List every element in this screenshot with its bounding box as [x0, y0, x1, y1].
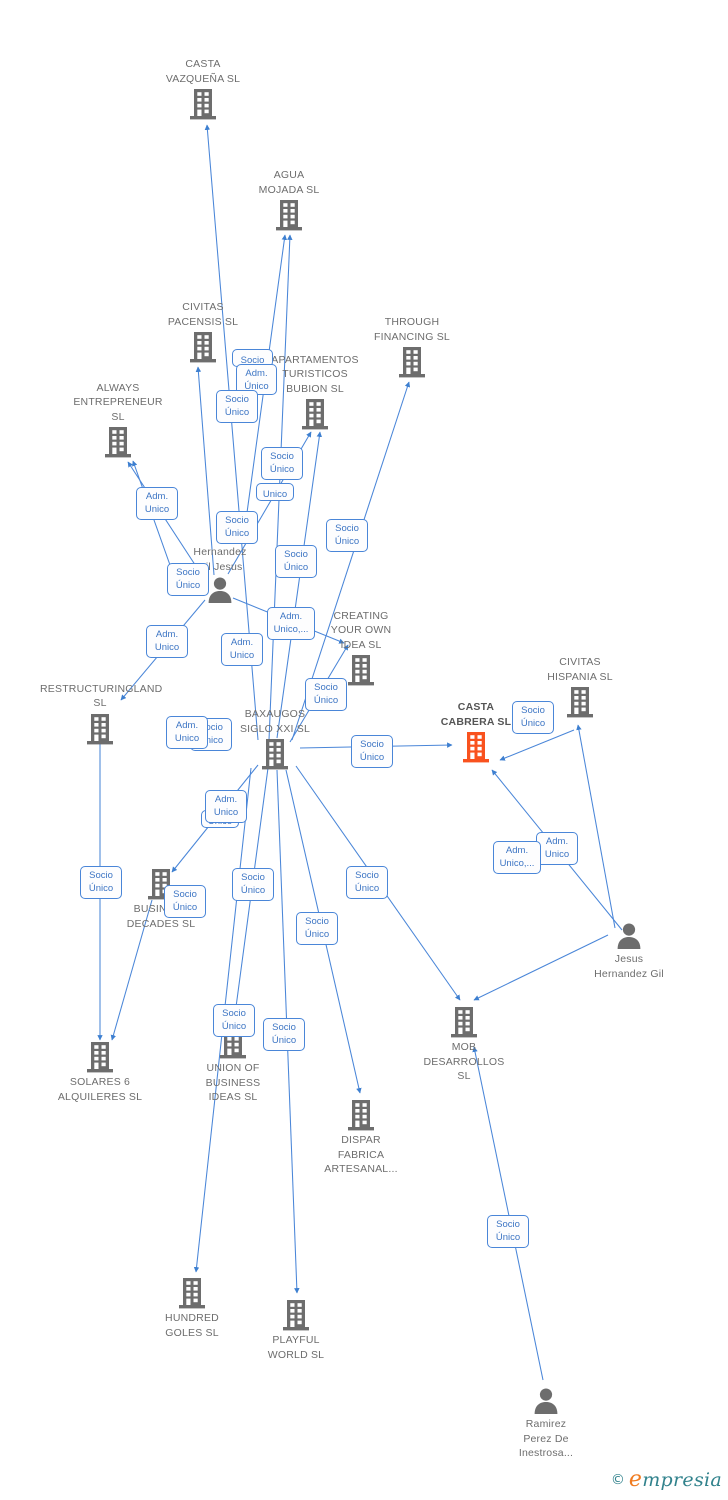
- relation-chip[interactable]: Socio Único: [216, 390, 258, 423]
- relation-chip[interactable]: Socio Único: [351, 735, 393, 768]
- node-label: HUNDRED GOLES SL: [165, 1312, 219, 1339]
- relation-chip[interactable]: Adm. Unico: [205, 790, 247, 823]
- node-label: CIVITAS PACENSIS SL: [167, 301, 239, 328]
- graph-node-solares6[interactable]: SOLARES 6 ALQUILERES SL: [40, 1040, 160, 1104]
- node-label: BAXAUGOS SIGLO XXI SL: [239, 708, 311, 735]
- building-icon: [416, 730, 536, 764]
- relation-chip[interactable]: Socio Único: [346, 866, 388, 899]
- node-label: THROUGH FINANCING SL: [374, 316, 450, 343]
- relation-chip[interactable]: Adm. Unico: [136, 487, 178, 520]
- relation-chip[interactable]: Socio Único: [80, 866, 122, 899]
- relation-chip[interactable]: Socio Único: [326, 519, 368, 552]
- relation-chip[interactable]: Socio Único: [167, 563, 209, 596]
- relation-chip[interactable]: Adm. Unico,...: [493, 841, 541, 874]
- node-label: DISPAR FABRICA ARTESANAL...: [324, 1134, 398, 1175]
- node-label: Ramirez Perez De Inestrosa...: [518, 1418, 574, 1459]
- building-icon: [40, 1040, 160, 1074]
- graph-node-casta_vazquena[interactable]: CASTA VAZQUEÑA SL: [143, 57, 263, 121]
- graph-edge: [195, 366, 215, 576]
- building-icon: [229, 198, 349, 232]
- building-icon: [236, 1298, 356, 1332]
- network-graph-canvas[interactable]: CASTA VAZQUEÑA SL AGUA MOJADA SL CIVITAS P…: [0, 0, 728, 1500]
- building-icon: [255, 397, 375, 431]
- graph-node-restructuring[interactable]: RESTRUCTURINGLAND SL: [40, 682, 163, 746]
- node-label: CASTA VAZQUEÑA SL: [165, 58, 241, 85]
- node-label: SOLARES 6 ALQUILERES SL: [57, 1076, 143, 1103]
- relation-chip[interactable]: Socio Único: [261, 447, 303, 480]
- relation-chip[interactable]: Adm. Unico: [146, 625, 188, 658]
- relation-chip[interactable]: Adm. Unico: [166, 716, 208, 749]
- graph-edge: [576, 724, 616, 929]
- relation-chip[interactable]: Socio Único: [296, 912, 338, 945]
- node-label: Jesus Hernandez Gil: [594, 953, 664, 980]
- node-label: MOB DESARROLLOS SL: [423, 1041, 505, 1082]
- relation-chip[interactable]: Socio Único: [487, 1215, 529, 1248]
- relation-chip[interactable]: Socio Único: [275, 545, 317, 578]
- graph-node-always_ent[interactable]: ALWAYS ENTREPRENEUR SL: [58, 381, 178, 460]
- node-label: RESTRUCTURINGLAND SL: [40, 682, 163, 710]
- node-label: CREATING YOUR OWN IDEA SL: [330, 609, 392, 651]
- graph-node-dispar[interactable]: DISPAR FABRICA ARTESANAL...: [301, 1098, 421, 1177]
- node-label: CIVITAS HISPANIA SL: [547, 656, 613, 683]
- brand-remainder: mpresia: [642, 1469, 722, 1491]
- relation-chip[interactable]: Socio Único: [263, 1018, 305, 1051]
- graph-node-jesus_hgil[interactable]: Jesus Hernandez Gil: [569, 921, 689, 981]
- building-icon: [404, 1005, 524, 1039]
- building-icon: [132, 1276, 252, 1310]
- node-label: ALWAYS ENTREPRENEUR SL: [73, 381, 163, 423]
- person-icon: [569, 921, 689, 951]
- building-icon: [58, 425, 178, 459]
- brand-name: empresia: [629, 1467, 722, 1492]
- graph-node-mob_des[interactable]: MOB DESARROLLOS SL: [404, 1005, 524, 1084]
- relation-chip[interactable]: Socio Único: [512, 701, 554, 734]
- graph-node-playful_world[interactable]: PLAYFUL WORLD SL: [236, 1298, 356, 1362]
- graph-node-baxaugos[interactable]: BAXAUGOS SIGLO XXI SL: [215, 707, 335, 771]
- node-label: UNION OF BUSINESS IDEAS SL: [205, 1062, 261, 1103]
- graph-node-ramirez[interactable]: Ramirez Perez De Inestrosa...: [486, 1386, 606, 1461]
- copyright-symbol: ©: [610, 1471, 625, 1488]
- brand-initial: e: [628, 1467, 643, 1492]
- relation-chip[interactable]: Socio Único: [232, 868, 274, 901]
- graph-edge: [472, 1046, 544, 1381]
- relation-chip[interactable]: Socio Único: [213, 1004, 255, 1037]
- relation-chip[interactable]: Adm. Unico: [536, 832, 578, 865]
- node-label: AGUA MOJADA SL: [258, 169, 320, 196]
- relation-chip[interactable]: Socio Único: [164, 885, 206, 918]
- building-icon: [143, 87, 263, 121]
- node-label: PLAYFUL WORLD SL: [267, 1334, 325, 1361]
- empresia-logo: © empresia: [611, 1467, 722, 1492]
- relation-chip[interactable]: Socio Único: [216, 511, 258, 544]
- building-icon: [215, 737, 335, 771]
- graph-node-agua_mojada[interactable]: AGUA MOJADA SL: [229, 168, 349, 232]
- relation-chip[interactable]: Socio Único: [305, 678, 347, 711]
- relation-chip[interactable]: Adm. Unico,...: [267, 607, 315, 640]
- building-icon: [40, 712, 160, 746]
- relation-chip[interactable]: Adm. Unico: [221, 633, 263, 666]
- relation-chip[interactable]: Unico: [256, 483, 294, 501]
- graph-node-creating_idea[interactable]: CREATING YOUR OWN IDEA SL: [301, 609, 421, 688]
- person-icon: [486, 1386, 606, 1416]
- graph-node-hundred_goles[interactable]: HUNDRED GOLES SL: [132, 1276, 252, 1340]
- building-icon: [301, 1098, 421, 1132]
